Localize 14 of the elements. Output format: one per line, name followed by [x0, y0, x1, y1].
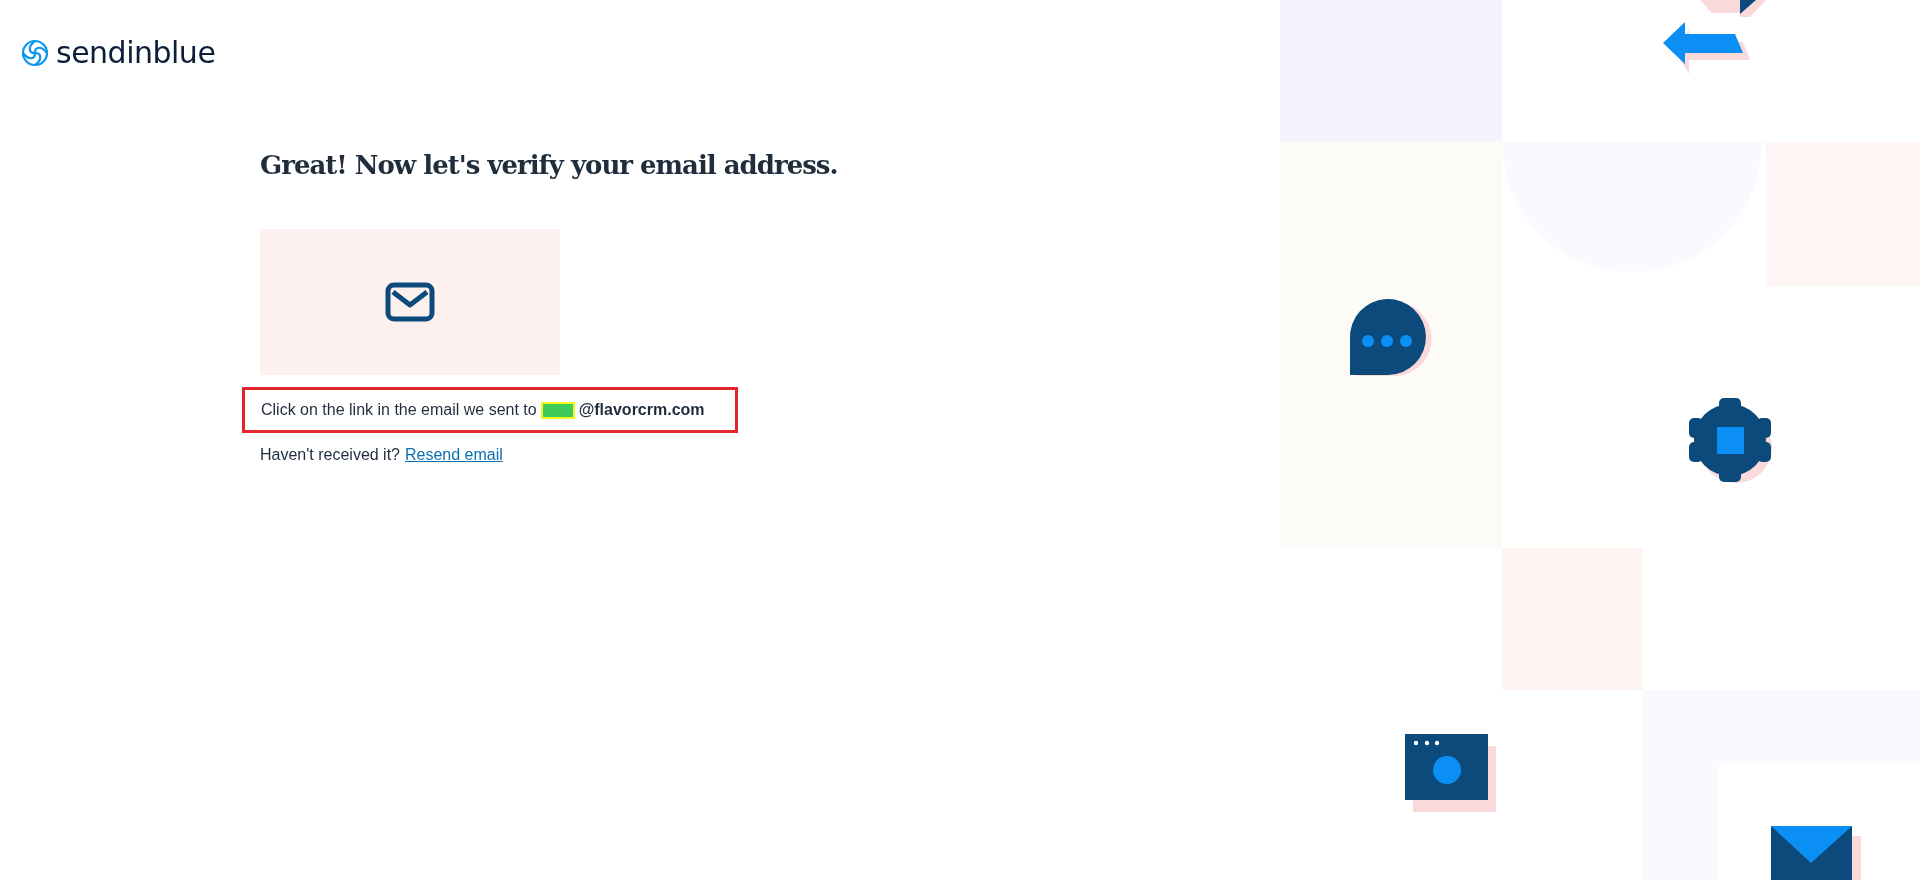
instruction-text: Click on the link in the email we sent to [261, 400, 537, 421]
envelope-icon [385, 282, 435, 323]
chat-bubble-icon [1350, 299, 1432, 376]
logo-icon [20, 38, 50, 68]
envelope-icon [1771, 826, 1861, 880]
page-heading: Great! Now let's verify your email address. [260, 150, 839, 182]
resend-link[interactable]: Resend email [405, 443, 503, 468]
email-address: @flavorcrm.com [578, 400, 705, 421]
resend-prompt: Haven't received it? [260, 445, 400, 466]
gear-icon [1689, 398, 1772, 483]
arrows-icon [1663, 0, 1766, 74]
redaction-mark [540, 401, 575, 419]
window-icon [1405, 734, 1496, 812]
brand-name[interactable]: sendinblue [56, 38, 216, 68]
